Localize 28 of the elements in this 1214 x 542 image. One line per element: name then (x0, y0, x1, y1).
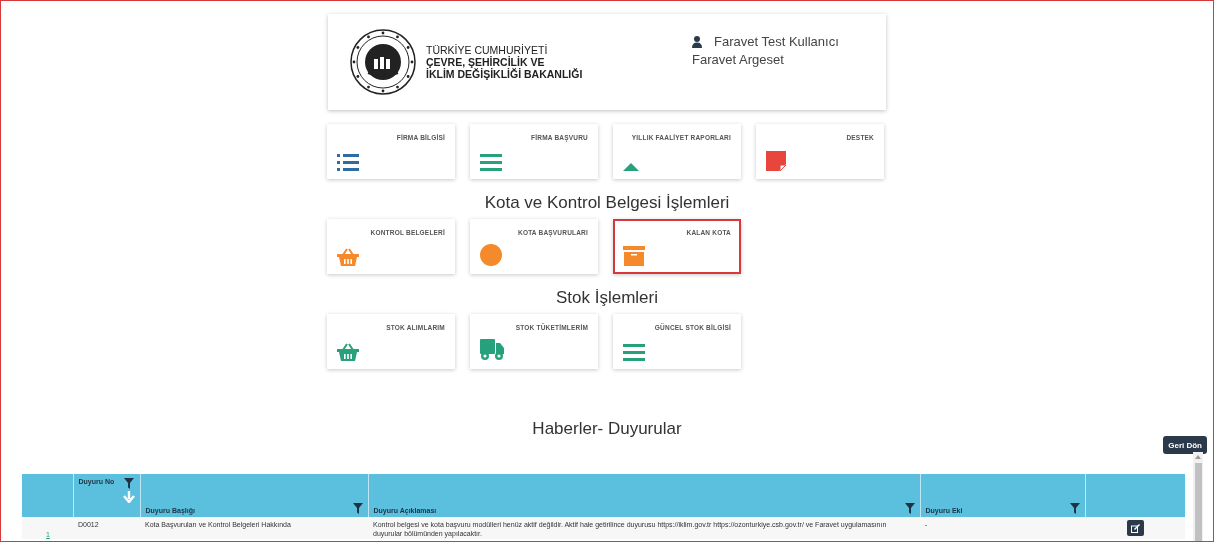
ministry-name-line: İKLİM DEĞİŞİKLİĞİ BAKANLIĞI (426, 68, 583, 80)
archive-box-icon (623, 246, 645, 266)
basket-icon (337, 248, 359, 266)
list-icon (337, 153, 359, 171)
truck-icon (480, 339, 504, 361)
user-name: Faravet Test Kullanıcı (714, 34, 839, 49)
back-button[interactable]: Geri Dön (1163, 436, 1207, 454)
triangle-icon (623, 163, 639, 171)
edit-button[interactable] (1126, 520, 1144, 536)
organization-name: Faravet Argeset (692, 52, 785, 67)
section-title: Kota ve Kontrol Belgesi İşlemleri (484, 193, 730, 213)
note-icon (766, 151, 786, 171)
section-title: Stok İşlemleri (556, 288, 658, 308)
circle-icon (480, 244, 502, 266)
filter-icon[interactable] (904, 503, 915, 514)
filter-icon[interactable] (1069, 503, 1080, 514)
edit-icon (1130, 523, 1140, 533)
filter-icon[interactable] (352, 503, 363, 514)
menu-icon (623, 343, 645, 361)
basket-icon (337, 343, 359, 361)
ministry-name-line: TÜRKİYE CUMHURİYETİ (426, 44, 549, 56)
ministry-seal-icon (350, 29, 416, 95)
ministry-name-line: ÇEVRE, ŞEHİRCİLİK VE (426, 56, 545, 68)
news-title: Haberler- Duyurular (532, 419, 682, 439)
filter-icon[interactable] (123, 478, 134, 489)
user-icon (692, 35, 702, 48)
scrollbar[interactable] (1193, 452, 1203, 541)
menu-icon (480, 153, 502, 171)
